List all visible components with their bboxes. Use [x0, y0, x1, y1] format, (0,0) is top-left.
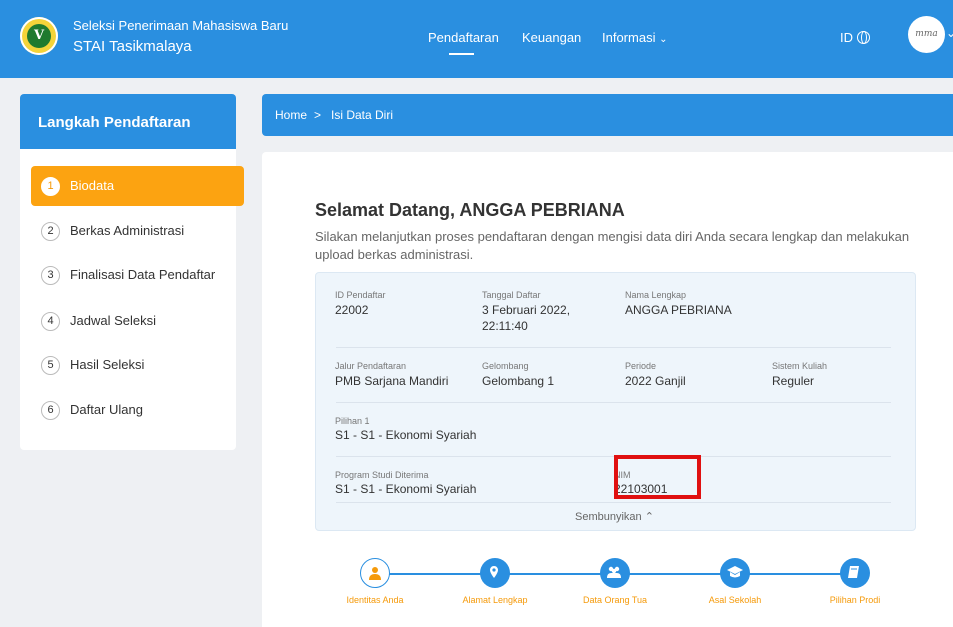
nav-informasi-label: Informasi: [602, 30, 656, 45]
prodi-diterima-label: Program Studi Diterima: [335, 470, 429, 480]
gelombang-label: Gelombang: [482, 361, 529, 371]
nama-lengkap-value: ANGGA PEBRIANA: [625, 303, 732, 317]
breadcrumb: Home > Isi Data Diri: [262, 94, 953, 136]
nav-pendaftaran[interactable]: Pendaftaran: [428, 30, 499, 45]
step-orang-tua[interactable]: [600, 558, 630, 588]
step-alamat[interactable]: [480, 558, 510, 588]
top-navbar: V Seleksi Penerimaan Mahasiswa Baru STAI…: [0, 0, 953, 78]
main-card: Selamat Datang, ANGGA PEBRIANA Silakan m…: [262, 152, 953, 627]
sidebar-item-label: Jadwal Seleksi: [70, 313, 156, 328]
step-number: 2: [41, 222, 60, 241]
breadcrumb-home[interactable]: Home: [275, 108, 307, 122]
sidebar-item-label: Berkas Administrasi: [70, 223, 185, 238]
app-subtitle: Seleksi Penerimaan Mahasiswa Baru: [73, 18, 289, 33]
sidebar-item-hasil-seleksi[interactable]: 5 Hasil Seleksi: [31, 345, 244, 385]
prodi-diterima-value: S1 - S1 - Ekonomi Syariah: [335, 482, 477, 496]
pilihan-1-value: S1 - S1 - Ekonomi Syariah: [335, 428, 477, 442]
divider: [336, 402, 891, 403]
nama-lengkap-label: Nama Lengkap: [625, 290, 687, 300]
app-title[interactable]: STAI Tasikmalaya: [73, 38, 192, 55]
step-pilihan-prodi[interactable]: [840, 558, 870, 588]
sistem-kuliah-label: Sistem Kuliah: [772, 361, 828, 371]
sidebar-item-label: Finalisasi Data Pendaftar: [70, 267, 216, 282]
step-number: 1: [41, 177, 60, 196]
tanggal-daftar-label: Tanggal Daftar: [482, 290, 541, 300]
jalur-label: Jalur Pendaftaran: [335, 361, 407, 371]
nav-informasi[interactable]: Informasi ⌄: [602, 30, 667, 45]
jalur-value: PMB Sarjana Mandiri: [335, 374, 449, 388]
breadcrumb-current: Isi Data Diri: [331, 108, 394, 122]
gelombang-value: Gelombang 1: [482, 374, 555, 388]
step-label-asal-sekolah: Asal Sekolah: [708, 595, 762, 605]
intro-text: Silakan melanjutkan proses pendaftaran d…: [315, 229, 910, 262]
language-code: ID: [840, 30, 853, 45]
divider: [336, 502, 891, 503]
page-title: Selamat Datang, ANGGA PEBRIANA: [315, 200, 625, 220]
sidebar-header: Langkah Pendaftaran: [20, 94, 236, 149]
person-icon: [369, 567, 381, 580]
id-pendaftar-label: ID Pendaftar: [335, 290, 386, 300]
sidebar-item-berkas-administrasi[interactable]: 2 Berkas Administrasi: [31, 211, 244, 251]
chevron-down-icon: ⌄: [659, 34, 668, 45]
step-asal-sekolah[interactable]: [720, 558, 750, 588]
nav-active-indicator: [449, 53, 474, 55]
periode-label: Periode: [625, 361, 657, 371]
sidebar-item-daftar-ulang[interactable]: 6 Daftar Ulang: [31, 390, 244, 430]
step-identitas[interactable]: [360, 558, 390, 588]
users-icon: [607, 566, 621, 578]
location-pin-icon: [490, 566, 498, 578]
sidebar-item-label: Biodata: [70, 178, 115, 193]
institution-logo[interactable]: V: [20, 17, 58, 55]
step-label-alamat: Alamat Lengkap: [462, 595, 528, 605]
step-label-orang-tua: Data Orang Tua: [582, 595, 648, 605]
sidebar-item-finalisasi[interactable]: 3 Finalisasi Data Pendaftar: [31, 255, 244, 295]
periode-value: 2022 Ganjil: [625, 374, 686, 388]
step-number: 3: [41, 266, 60, 285]
sidebar-item-jadwal-seleksi[interactable]: 4 Jadwal Seleksi: [31, 301, 244, 341]
pilihan-1-label: Pilihan 1: [335, 416, 370, 426]
tanggal-daftar-value: 3 Februari 2022, 22:11:40: [482, 303, 571, 333]
nav-keuangan[interactable]: Keuangan: [522, 30, 581, 45]
sidebar-item-label: Daftar Ulang: [70, 402, 143, 417]
sidebar-title: Langkah Pendaftaran: [38, 114, 191, 131]
step-number: 4: [41, 312, 60, 331]
breadcrumb-separator: >: [314, 108, 322, 122]
registration-steps-sidebar: Langkah Pendaftaran 1 Biodata 2 Berkas A…: [20, 94, 244, 450]
nim-highlight-box: [614, 455, 701, 499]
id-pendaftar-value: 22002: [335, 303, 369, 317]
divider: [336, 347, 891, 348]
sistem-kuliah-value: Reguler: [772, 374, 815, 388]
globe-icon: [857, 31, 870, 44]
book-icon: [848, 566, 859, 578]
chevron-down-icon[interactable]: ⌄: [946, 26, 953, 40]
step-label-identitas: Identitas Anda: [346, 595, 404, 605]
step-number: 5: [41, 356, 60, 375]
avatar[interactable]: mma: [908, 16, 945, 53]
language-selector[interactable]: ID: [840, 30, 870, 45]
step-label-pilihan-prodi: Pilihan Prodi: [829, 595, 881, 605]
graduation-cap-icon: [727, 566, 743, 578]
collapse-toggle[interactable]: Sembunyikan ⌃: [575, 510, 654, 523]
sidebar-item-label: Hasil Seleksi: [70, 357, 145, 372]
sidebar-item-biodata[interactable]: 1 Biodata: [31, 166, 244, 206]
step-number: 6: [41, 401, 60, 420]
